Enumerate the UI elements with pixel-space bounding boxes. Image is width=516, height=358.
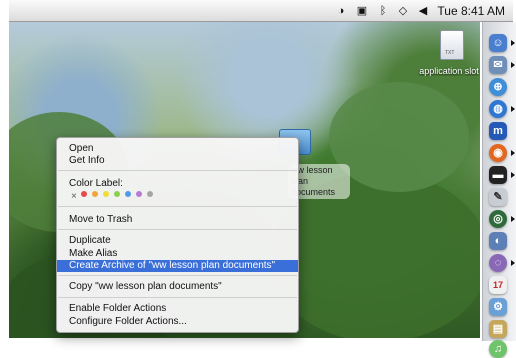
volume-icon[interactable]: ◀ xyxy=(416,4,430,18)
running-indicator xyxy=(511,172,515,178)
running-indicator xyxy=(511,216,515,222)
safari-icon[interactable]: ⊕ xyxy=(489,78,507,96)
menu-item-move-to-trash[interactable]: Move to Trash xyxy=(57,214,298,226)
color-label-swatch[interactable] xyxy=(81,191,87,197)
file-label[interactable]: application slot xyxy=(412,66,486,76)
menu-item-color-label: Color Label: xyxy=(69,178,123,189)
word-icon[interactable]: m xyxy=(489,122,507,140)
menu-separator xyxy=(58,229,297,230)
tree-foliage xyxy=(329,82,469,192)
time-machine-icon[interactable]: ◑ xyxy=(334,4,348,18)
menu-separator xyxy=(58,297,297,298)
preview-icon[interactable]: ✎ xyxy=(489,188,507,206)
text-file-icon[interactable]: TXT xyxy=(440,30,464,60)
system-preferences-icon[interactable]: 17 xyxy=(489,276,507,294)
running-indicator xyxy=(511,106,515,112)
dictionary-icon[interactable]: ⚙ xyxy=(489,298,507,316)
menu-item-copy[interactable]: Copy "ww lesson plan documents" xyxy=(57,281,298,293)
mail-icon[interactable]: ✉ xyxy=(489,56,507,74)
bluetooth-icon[interactable]: ᛒ xyxy=(376,4,390,18)
extra-dock-icon[interactable]: ♫ xyxy=(489,340,507,358)
menu-item-configure-folder-actions[interactable]: Configure Folder Actions... xyxy=(57,316,298,328)
running-indicator xyxy=(511,260,515,266)
menu-item-enable-folder-actions[interactable]: Enable Folder Actions xyxy=(57,303,298,315)
menu-item-make-alias[interactable]: Make Alias xyxy=(57,248,298,260)
menu-item-create-archive[interactable]: Create Archive of "ww lesson plan docume… xyxy=(57,260,298,272)
terminal-icon[interactable]: ▬ xyxy=(489,166,507,184)
itunes-dock-icon[interactable]: ▤ xyxy=(489,320,507,338)
itunes-icon[interactable]: ◎ xyxy=(489,210,507,228)
ichat-icon[interactable]: ◍ xyxy=(489,100,507,118)
ical-icon[interactable]: ◌ xyxy=(489,254,507,272)
running-indicator xyxy=(511,150,515,156)
menu-separator xyxy=(58,206,297,207)
iphoto-icon[interactable]: ◐ xyxy=(489,232,507,250)
firefox-icon[interactable]: ◉ xyxy=(489,144,507,162)
menu-item-duplicate[interactable]: Duplicate xyxy=(57,235,298,247)
menu-separator xyxy=(58,275,297,276)
color-label-swatch[interactable] xyxy=(136,191,142,197)
color-label-swatch[interactable] xyxy=(114,191,120,197)
color-label-swatch[interactable] xyxy=(125,191,131,197)
dock: ☺ ✉ ⊕ ◍ m ◉ ▬ ✎ ◎ ◐ ◌ 17 ⚙ ▤ ♫ xyxy=(482,22,516,358)
color-label-swatch[interactable] xyxy=(147,191,153,197)
context-menu: Open Get Info Color Label: × Move to Tra… xyxy=(56,137,299,333)
menu-bar: ◑ ▣ ᛒ ◇ ◀ Tue 8:41 AM xyxy=(9,0,513,22)
color-label-swatch[interactable] xyxy=(103,191,109,197)
running-indicator xyxy=(511,40,515,46)
menu-separator xyxy=(58,170,297,171)
color-label-swatch[interactable] xyxy=(92,191,98,197)
menu-item-open[interactable]: Open xyxy=(57,143,298,155)
finder-icon[interactable]: ☺ xyxy=(489,34,507,52)
spaces-icon[interactable]: ▣ xyxy=(355,4,369,18)
file-type-tag: TXT xyxy=(445,50,455,56)
menu-item-get-info[interactable]: Get Info xyxy=(57,155,298,167)
menu-bar-clock[interactable]: Tue 8:41 AM xyxy=(437,4,505,18)
running-indicator xyxy=(511,62,515,68)
airport-icon[interactable]: ◇ xyxy=(395,4,411,18)
